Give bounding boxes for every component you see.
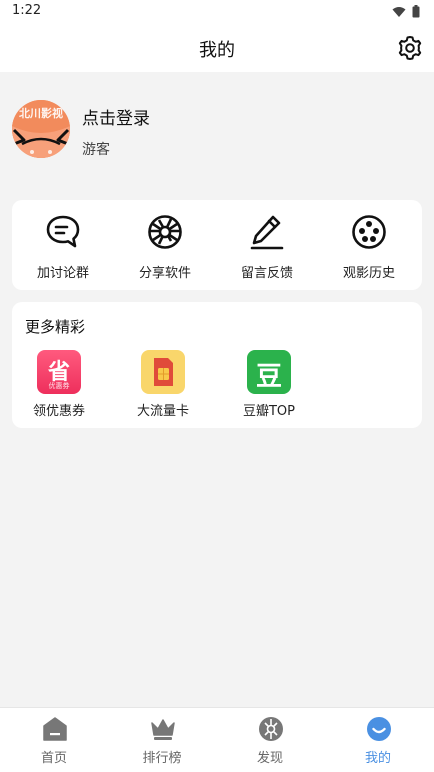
status-time: 1:22 — [12, 3, 42, 18]
action-watch-history[interactable]: 观影历史 — [318, 200, 420, 290]
status-bar: 1:22 — [0, 0, 434, 24]
settings-button[interactable] — [396, 34, 424, 62]
status-icons — [392, 5, 420, 18]
action-label: 分享软件 — [138, 266, 191, 281]
crown-icon — [151, 719, 175, 740]
aperture-icon — [148, 215, 182, 249]
wifi-icon — [392, 6, 406, 17]
more-card: 更多精彩 省 优惠券 领优惠券 大流量卡 豆 豆瓣TOP — [12, 302, 422, 428]
more-item-coupon[interactable]: 省 优惠券 领优惠券 — [12, 350, 106, 422]
chat-icon — [46, 215, 80, 248]
more-item-label: 领优惠券 — [32, 404, 85, 419]
tab-discover[interactable]: 发现 — [216, 708, 324, 772]
smile-icon — [367, 717, 391, 741]
login-link[interactable]: 点击登录 — [82, 104, 150, 129]
tab-home[interactable]: 首页 — [0, 708, 108, 772]
gear-icon — [398, 36, 422, 60]
action-join-group[interactable]: 加讨论群 — [12, 200, 114, 290]
user-role: 游客 — [82, 142, 110, 158]
action-feedback[interactable]: 留言反馈 — [216, 200, 318, 290]
pen-icon — [250, 215, 284, 250]
action-label: 留言反馈 — [240, 266, 293, 281]
coupon-icon: 省 优惠券 — [37, 350, 81, 394]
action-label: 加讨论群 — [36, 266, 89, 281]
avatar-text: 北川影视 — [19, 107, 63, 120]
bottom-tab-bar: 首页 排行榜 发现 我的 — [0, 707, 434, 772]
film-reel-icon — [352, 215, 386, 249]
coupon-icon-subtext: 优惠券 — [48, 382, 70, 390]
tab-ranking[interactable]: 排行榜 — [108, 708, 216, 772]
avatar[interactable]: 北川影视 — [12, 100, 70, 158]
more-item-label: 豆瓣TOP — [242, 404, 295, 419]
tab-label: 我的 — [364, 751, 391, 766]
action-label: 观影历史 — [342, 266, 395, 281]
home-icon — [43, 717, 67, 741]
more-item-sim[interactable]: 大流量卡 — [116, 350, 210, 422]
page-title: 我的 — [199, 40, 235, 61]
douban-icon-text: 豆 — [255, 362, 282, 392]
header-bar: 我的 — [0, 24, 434, 72]
tab-label: 排行榜 — [142, 751, 182, 766]
more-item-douban[interactable]: 豆 豆瓣TOP — [222, 350, 316, 422]
actions-card: 加讨论群 分享软件 留言反馈 观影历史 — [12, 200, 422, 290]
tab-mine[interactable]: 我的 — [324, 708, 432, 772]
section-title: 更多精彩 — [25, 318, 86, 336]
more-item-label: 大流量卡 — [136, 404, 189, 419]
tab-label: 首页 — [40, 751, 67, 766]
sim-card-icon — [141, 350, 185, 394]
tab-label: 发现 — [256, 751, 283, 766]
discover-icon — [259, 717, 283, 741]
profile-section[interactable]: 北川影视 点击登录 游客 — [0, 72, 434, 200]
douban-icon: 豆 — [247, 350, 291, 394]
battery-icon — [412, 5, 420, 18]
action-share-app[interactable]: 分享软件 — [114, 200, 216, 290]
